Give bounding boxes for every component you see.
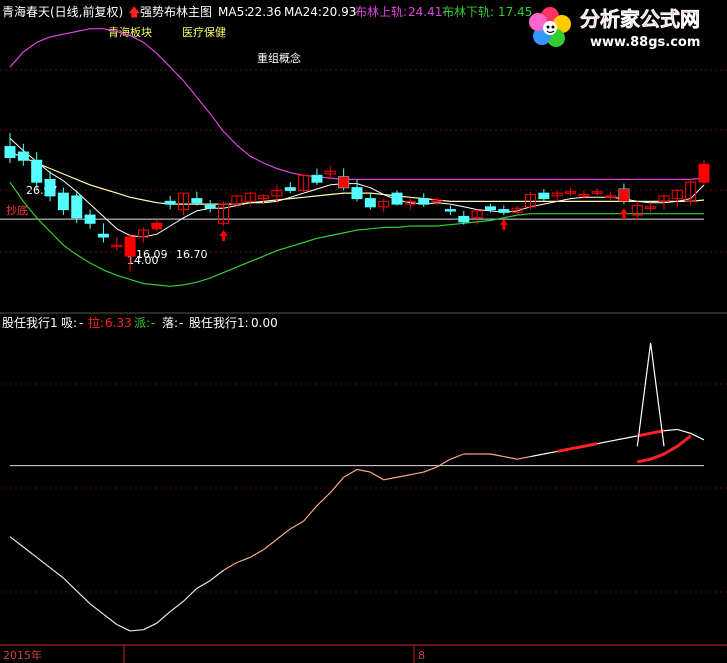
candle-body-4 bbox=[57, 192, 69, 211]
watermark-url: www.88gs.com bbox=[590, 35, 700, 50]
candle-body-14 bbox=[191, 198, 203, 204]
signal-value: 0.00 bbox=[251, 316, 278, 330]
lower-band-label: 布林下轨: bbox=[442, 5, 494, 19]
up-arrow-icon: 🡅 bbox=[128, 5, 140, 19]
candle-body-26 bbox=[351, 187, 363, 200]
candle-strong-11 bbox=[151, 223, 162, 230]
tag-qinghai: 青海板块 bbox=[108, 25, 152, 39]
candle-body-34 bbox=[458, 215, 470, 223]
ma5-label: MA5: bbox=[218, 5, 248, 19]
candle-body-33 bbox=[444, 209, 456, 212]
luo-value: - bbox=[179, 316, 183, 330]
low-price-label-b: 16.70 bbox=[176, 248, 208, 261]
candle-body-21 bbox=[284, 187, 296, 191]
indicator-name: 强势布林主图 bbox=[140, 5, 212, 19]
luo-label: 落: bbox=[162, 316, 178, 330]
la-label: 拉: bbox=[88, 315, 104, 330]
pai-label: 派: bbox=[134, 316, 150, 330]
candle-body-23 bbox=[311, 174, 323, 183]
la-value: 6.33 bbox=[105, 316, 132, 330]
stock-chart: 青海春天(日线,前复权) 🡅 强势布林主图 MA5: 22.36 MA24: 2… bbox=[0, 0, 727, 663]
tag-medical: 医疗保健 bbox=[182, 25, 226, 39]
candle-body-6 bbox=[84, 214, 96, 224]
candle-body-36 bbox=[484, 206, 496, 211]
candle-body-0 bbox=[4, 146, 16, 159]
flower-icon bbox=[529, 7, 571, 47]
xi-label: 吸: bbox=[61, 316, 77, 330]
upper-band-label: 布林上轨: bbox=[355, 5, 407, 19]
watermark-logo: 分析家公式网 www.88gs.com bbox=[529, 7, 700, 50]
pai-value: - bbox=[151, 316, 155, 330]
watermark-title: 分析家公式网 bbox=[580, 7, 700, 31]
candle-body-1 bbox=[17, 151, 29, 161]
candle-body-37 bbox=[498, 209, 510, 213]
lower-panel-name: 股任我行1 bbox=[2, 316, 58, 330]
signal-value-label: 股任我行1: bbox=[189, 316, 249, 330]
bottom-label: 抄底 bbox=[6, 203, 28, 217]
candle-strong-25 bbox=[338, 176, 349, 188]
candle-body-7 bbox=[97, 233, 109, 238]
candle-body-29 bbox=[391, 192, 403, 205]
candle-body-5 bbox=[71, 195, 83, 219]
ma5-value: 22.36 bbox=[247, 5, 281, 19]
candle-body-3 bbox=[44, 178, 56, 197]
stock-title: 青海春天(日线,前复权) bbox=[2, 4, 123, 19]
candle-body-2 bbox=[31, 159, 43, 183]
candle-body-27 bbox=[364, 198, 376, 208]
upper-band-value: 24.41 bbox=[408, 5, 442, 19]
candle-body-15 bbox=[204, 204, 216, 209]
candle-body-40 bbox=[538, 192, 550, 200]
tag-restructure: 重组概念 bbox=[257, 51, 301, 65]
candle-strong-46 bbox=[618, 189, 629, 202]
low-price-label-a: 16.09 bbox=[136, 248, 168, 261]
candle-body-31 bbox=[418, 198, 430, 205]
candle-body-12 bbox=[164, 200, 176, 205]
axis-month: 8 bbox=[418, 649, 425, 662]
candle-strong-9 bbox=[125, 236, 136, 257]
ma24-value: 20.93 bbox=[322, 5, 356, 19]
ma24-label: MA24: bbox=[284, 5, 322, 19]
xi-value: - bbox=[79, 316, 83, 330]
candle-strong-52 bbox=[699, 164, 709, 183]
axis-year: 2015年 bbox=[3, 648, 42, 662]
